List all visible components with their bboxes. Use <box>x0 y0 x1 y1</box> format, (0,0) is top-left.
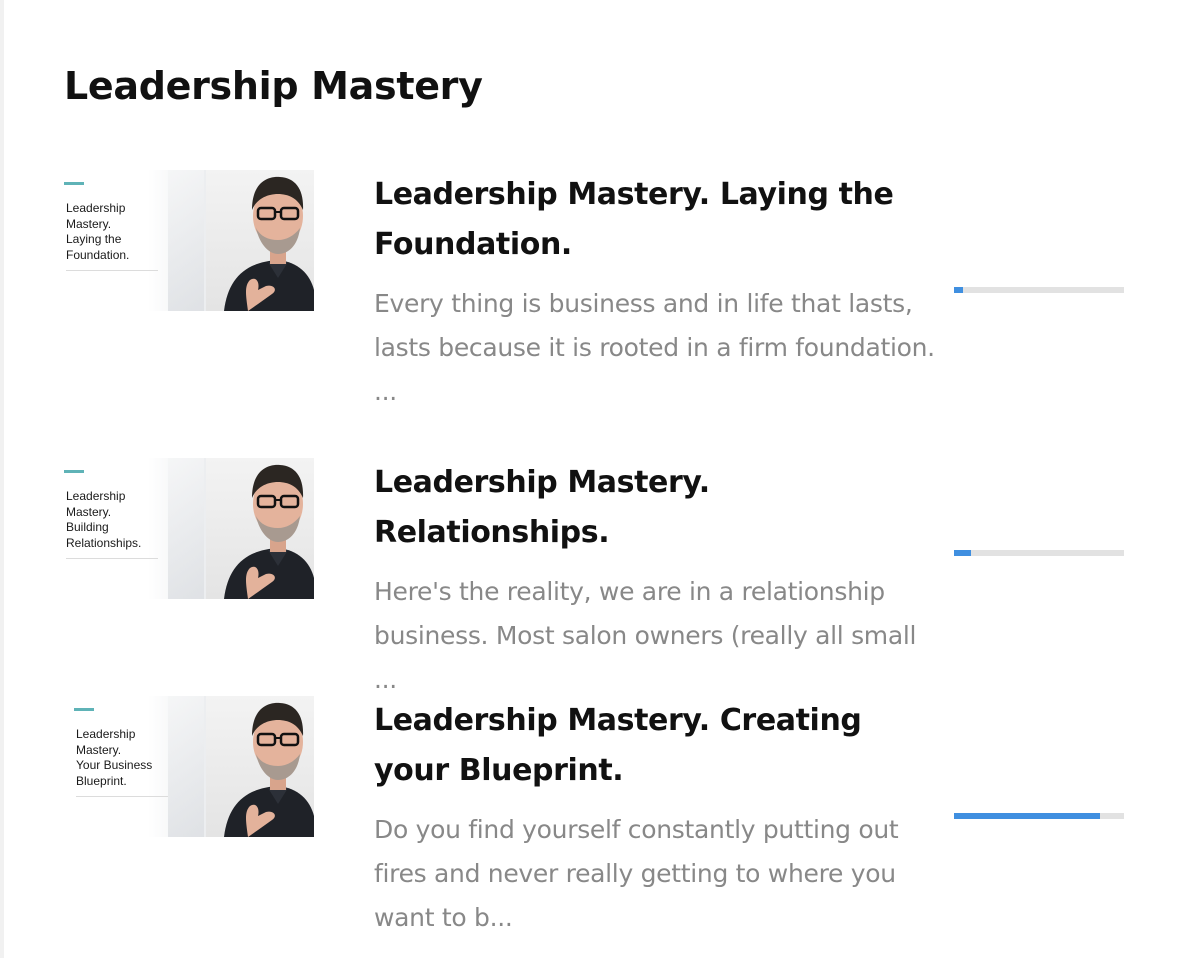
course-thumbnail[interactable]: Leadership Mastery. Your Business Bluepr… <box>64 696 314 837</box>
page-left-border <box>0 0 4 958</box>
course-info: Leadership Mastery. Creating your Bluepr… <box>374 696 944 940</box>
course-progress-bar <box>954 550 1124 556</box>
course-thumbnail[interactable]: Leadership Mastery. Laying the Foundatio… <box>64 170 314 311</box>
course-description: Every thing is business and in life that… <box>374 289 935 406</box>
presenter-photo-icon <box>224 464 314 599</box>
course-description: Do you find yourself constantly putting … <box>374 815 899 932</box>
thumbnail-accent-line <box>64 182 84 185</box>
presenter-photo-icon <box>224 176 314 311</box>
course-info: Leadership Mastery. Laying the Foundatio… <box>374 170 944 414</box>
course-info: Leadership Mastery. Relationships. Here'… <box>374 458 944 702</box>
course-progress-fill <box>954 813 1101 819</box>
course-progress-fill <box>954 287 963 293</box>
course-description: Here's the reality, we are in a relation… <box>374 577 917 694</box>
course-progress-bar <box>954 287 1124 293</box>
course-title-link[interactable]: Leadership Mastery. Relationships. <box>374 458 944 558</box>
thumbnail-caption: Leadership Mastery. Your Business Bluepr… <box>76 727 168 797</box>
thumbnail-accent-line <box>64 470 84 473</box>
thumbnail-accent-line <box>74 708 94 711</box>
thumbnail-caption: Leadership Mastery. Building Relationshi… <box>66 489 158 559</box>
thumbnail-caption: Leadership Mastery. Laying the Foundatio… <box>66 201 158 271</box>
page-title: Leadership Mastery <box>64 64 483 108</box>
course-title-link[interactable]: Leadership Mastery. Laying the Foundatio… <box>374 170 944 270</box>
course-thumbnail[interactable]: Leadership Mastery. Building Relationshi… <box>64 458 314 599</box>
course-title-link[interactable]: Leadership Mastery. Creating your Bluepr… <box>374 696 944 796</box>
presenter-photo-icon <box>224 702 314 837</box>
course-progress-fill <box>954 550 971 556</box>
course-progress-bar <box>954 813 1124 819</box>
